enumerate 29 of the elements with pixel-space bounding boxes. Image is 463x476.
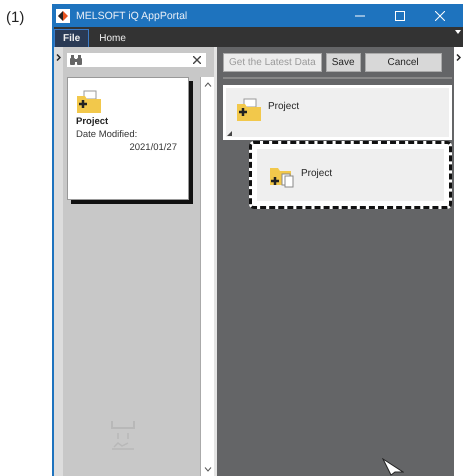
- new-project-folder-icon: [236, 98, 262, 122]
- toolbar-button[interactable]: Cancel: [364, 53, 442, 72]
- date-value: 2021/01/27: [129, 142, 177, 153]
- scroll-down-icon[interactable]: [204, 467, 212, 472]
- maximize-icon[interactable]: [395, 10, 405, 20]
- search-field[interactable]: [67, 53, 206, 67]
- window-title: MELSOFT iQ AppPortal: [76, 10, 188, 22]
- clear-icon[interactable]: [193, 56, 201, 64]
- node-label: Project: [268, 101, 300, 112]
- mouse-cursor-icon: [382, 458, 404, 476]
- expanded-triangle-icon[interactable]: [227, 131, 232, 136]
- node-label: Project: [301, 168, 332, 179]
- date-label: Date Modified:: [76, 129, 138, 140]
- close-icon[interactable]: [435, 10, 445, 20]
- new-project-folder-icon: [76, 90, 102, 114]
- scroll-up-icon[interactable]: [204, 82, 212, 87]
- tree-node[interactable]: Project: [223, 85, 452, 140]
- toolbar-button[interactable]: Save: [326, 53, 361, 72]
- scrollbar[interactable]: [200, 77, 214, 476]
- binoculars-icon: [70, 55, 82, 65]
- dropdown-caret-icon[interactable]: [455, 30, 461, 34]
- folder-documents-icon: [269, 165, 295, 189]
- app-logo-icon: [56, 8, 70, 22]
- chevron-right-icon[interactable]: [456, 54, 461, 61]
- project-title: Project: [76, 116, 110, 127]
- tree-node[interactable]: Project: [254, 146, 447, 204]
- menu-tab[interactable]: File: [54, 29, 90, 47]
- chevron-right-icon[interactable]: [56, 54, 61, 61]
- figure-label: (1): [5, 8, 26, 28]
